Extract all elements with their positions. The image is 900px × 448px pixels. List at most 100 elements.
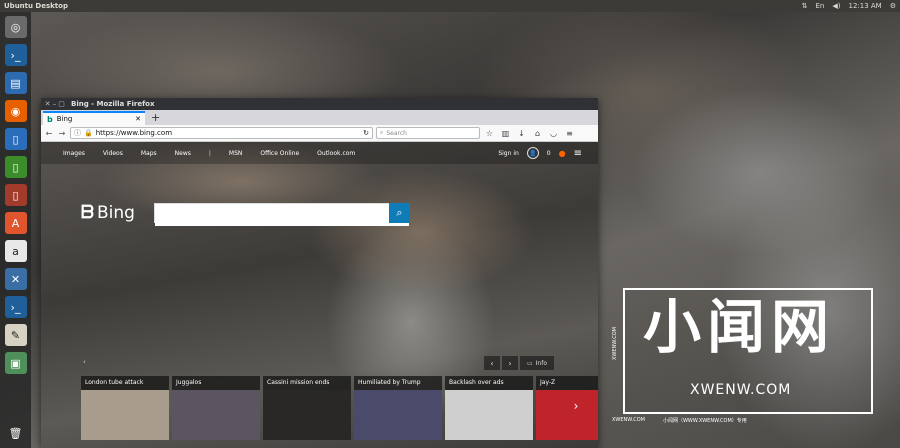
- libreoffice-impress-icon[interactable]: ▯: [4, 184, 27, 206]
- bing-nav-videos[interactable]: Videos: [103, 150, 123, 157]
- bing-top-nav: Images Videos Maps News | MSN Office Online Out…: [41, 142, 598, 164]
- pocket-icon[interactable]: ◡: [547, 129, 560, 138]
- news-card[interactable]: Cassini mission ends: [263, 376, 351, 440]
- news-thumbnail: [263, 390, 351, 440]
- navigation-toolbar: ← → ⓘ 🔒 https://www.bing.com ↻ ⌕ Search …: [41, 125, 598, 142]
- news-thumbnail: [445, 390, 533, 440]
- search-bar[interactable]: ⌕ Search: [376, 127, 480, 139]
- search-input[interactable]: [155, 207, 409, 226]
- clock[interactable]: 12:13 AM: [848, 2, 881, 10]
- watermark-bottom: XWENW.COM 小闻网（WWW.XWENW.COM）专用: [612, 417, 892, 424]
- rewards-count[interactable]: 0: [547, 150, 551, 157]
- close-window-icon[interactable]: ✕: [44, 100, 51, 108]
- watermark-bottom-right: 小闻网（WWW.XWENW.COM）专用: [662, 418, 747, 424]
- top-panel: Ubuntu Desktop ⇅ En ◀) 12:13 AM ⚙: [0, 0, 900, 12]
- news-next-icon[interactable]: ›: [569, 396, 583, 416]
- window-titlebar[interactable]: ✕ – ▢ Bing - Mozilla Firefox: [41, 98, 598, 110]
- news-card[interactable]: Jay-Z: [536, 376, 598, 440]
- search-icon: ⌕: [380, 129, 384, 136]
- home-icon[interactable]: ⌂: [531, 129, 544, 138]
- search-button[interactable]: ⌕: [389, 203, 410, 223]
- close-tab-icon[interactable]: ✕: [135, 115, 141, 123]
- info-icon[interactable]: ⓘ: [74, 128, 81, 138]
- news-card[interactable]: Backlash over ads: [445, 376, 533, 440]
- firefox-window: ✕ – ▢ Bing - Mozilla Firefox b Bing ✕ + …: [41, 98, 598, 448]
- firefox-icon[interactable]: ◉: [4, 100, 27, 122]
- system-tools-icon[interactable]: ✕: [4, 268, 27, 290]
- news-thumbnail: [172, 390, 260, 440]
- bing-nav-maps[interactable]: Maps: [141, 150, 157, 157]
- avatar-icon[interactable]: 👤: [526, 147, 539, 159]
- news-caption: Cassini mission ends: [263, 376, 351, 390]
- downloads-icon[interactable]: ↓: [515, 129, 528, 138]
- bing-page: Images Videos Maps News | MSN Office Online Out…: [41, 142, 598, 448]
- forward-icon[interactable]: →: [57, 129, 67, 138]
- news-thumbnail: [536, 390, 598, 440]
- tab-label: Bing: [56, 115, 73, 123]
- bing-logo[interactable]: ᗷ Bing: [81, 202, 135, 223]
- tab-bar: b Bing ✕ +: [41, 110, 598, 125]
- launcher: ◎ ›_ ▤ ◉ ▯ ▯ ▯ Aa ✕ ›_ ✎ ▣ 🗑: [0, 12, 31, 448]
- image-viewer-icon[interactable]: ▣: [4, 352, 27, 374]
- image-carousel-controls: ‹ › ▭ Info: [484, 356, 554, 370]
- watermark-chinese: 小闻网: [643, 293, 836, 361]
- bing-nav-office-online[interactable]: Office Online: [260, 150, 299, 157]
- power-icon[interactable]: ⚙: [890, 2, 896, 10]
- news-card[interactable]: London tube attack: [81, 376, 169, 440]
- back-icon[interactable]: ←: [44, 129, 54, 138]
- text-editor-icon[interactable]: ✎: [4, 324, 27, 346]
- bing-nav-news[interactable]: News: [175, 150, 191, 157]
- url-bar[interactable]: ⓘ 🔒 https://www.bing.com ↻: [70, 127, 373, 139]
- url-text[interactable]: https://www.bing.com: [96, 129, 360, 137]
- previous-image-icon[interactable]: ‹: [484, 356, 500, 370]
- amazon-icon[interactable]: a: [4, 240, 27, 262]
- next-image-icon[interactable]: ›: [502, 356, 518, 370]
- minimize-window-icon[interactable]: –: [51, 100, 58, 108]
- info-button[interactable]: ▭ Info: [520, 356, 554, 370]
- network-icon[interactable]: ⇅: [802, 2, 808, 10]
- news-card[interactable]: Humiliated by Trump: [354, 376, 442, 440]
- rewards-icon[interactable]: ●: [559, 149, 566, 158]
- maximize-window-icon[interactable]: ▢: [58, 100, 65, 108]
- news-caption: Backlash over ads: [445, 376, 533, 390]
- news-caption: London tube attack: [81, 376, 169, 390]
- news-card[interactable]: Juggalos: [172, 376, 260, 440]
- top-panel-title: Ubuntu Desktop: [4, 2, 68, 10]
- bing-nav-msn[interactable]: MSN: [229, 150, 242, 157]
- trash-icon[interactable]: 🗑: [5, 422, 27, 444]
- terminal-2-icon[interactable]: ›_: [4, 296, 27, 318]
- bing-nav-images[interactable]: Images: [63, 150, 85, 157]
- volume-icon[interactable]: ◀): [832, 2, 840, 10]
- window-title: Bing - Mozilla Firefox: [71, 100, 155, 108]
- collapse-news-icon[interactable]: ‹: [83, 358, 97, 368]
- watermark-side-text: XWENW.COM: [612, 327, 618, 360]
- watermark-bottom-left: XWENW.COM: [612, 417, 645, 423]
- search-placeholder: Search: [386, 129, 407, 137]
- new-tab-button[interactable]: +: [145, 111, 166, 125]
- tab-bing[interactable]: b Bing ✕: [43, 111, 145, 125]
- news-caption: Jay-Z: [536, 376, 598, 390]
- bing-search-box[interactable]: [154, 203, 410, 226]
- software-center-icon[interactable]: A: [4, 212, 27, 234]
- watermark-domain: XWENW.COM: [690, 382, 792, 398]
- bookmark-star-icon[interactable]: ☆: [483, 129, 496, 138]
- library-icon[interactable]: ▥: [499, 129, 512, 138]
- sign-in-link[interactable]: Sign in: [498, 150, 518, 157]
- image-info-icon: ▭: [526, 359, 533, 367]
- menu-icon[interactable]: ≡: [563, 129, 576, 138]
- hamburger-menu-icon[interactable]: ≡: [574, 148, 582, 159]
- reload-icon[interactable]: ↻: [363, 129, 369, 137]
- news-thumbnail: [81, 390, 169, 440]
- files-icon[interactable]: ▤: [4, 72, 27, 94]
- lock-icon: 🔒: [84, 129, 93, 137]
- libreoffice-calc-icon[interactable]: ▯: [4, 156, 27, 178]
- bing-account-area: Sign in 👤 0 ● ≡: [498, 147, 598, 159]
- keyboard-layout-indicator[interactable]: En: [816, 2, 825, 10]
- news-strip: London tube attack Juggalos Cassini missio…: [81, 376, 598, 440]
- terminal-icon[interactable]: ›_: [4, 44, 27, 66]
- libreoffice-writer-icon[interactable]: ▯: [4, 128, 27, 150]
- bing-nav-outlook-com[interactable]: Outlook.com: [317, 150, 355, 157]
- nav-separator: |: [208, 149, 211, 157]
- ubuntu-dash-icon[interactable]: ◎: [4, 16, 27, 38]
- magnifier-icon: ⌕: [396, 206, 403, 219]
